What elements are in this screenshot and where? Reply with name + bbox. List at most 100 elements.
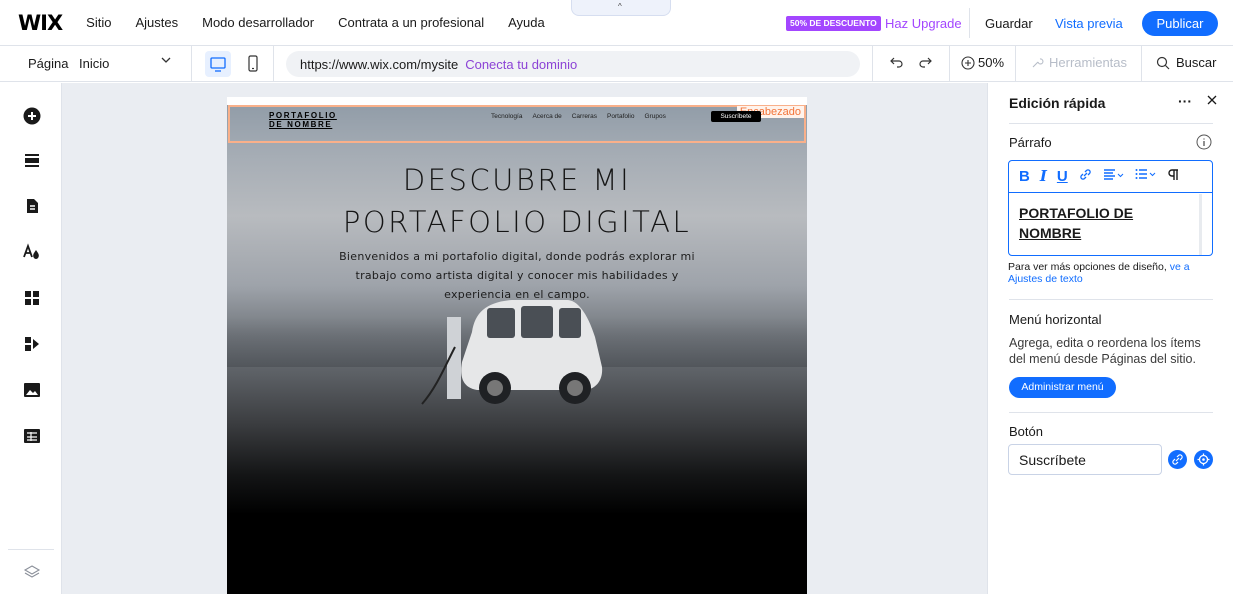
close-icon[interactable] xyxy=(1206,93,1218,111)
site-logo-line2: DE NOMBRE xyxy=(269,120,333,129)
divider xyxy=(949,46,950,82)
top-collapse-handle[interactable]: ^ xyxy=(571,0,671,16)
menu-ajustes[interactable]: Ajustes xyxy=(123,15,190,30)
site-nav-item[interactable]: Carreras xyxy=(572,113,597,120)
editor-text-line1: PORTAFOLIO DE xyxy=(1019,205,1134,221)
chevron-up-icon: ^ xyxy=(618,2,622,11)
editor-canvas[interactable]: Encabezado PORTAFOLIO DE NOMBRE Tecnolog… xyxy=(62,83,987,594)
connect-domain-link[interactable]: Conecta tu dominio xyxy=(465,57,577,72)
site-nav-menu[interactable]: Tecnología Acerca de Carreras Portafolio… xyxy=(491,113,666,120)
hero-title-line2: PORTAFOLIO DIGITAL xyxy=(342,205,692,239)
editor-toolbar: Página Inicio https://www.wix.com/mysite… xyxy=(0,46,1233,82)
pages-icon[interactable] xyxy=(23,197,41,215)
link-icon xyxy=(1172,454,1183,465)
site-subscribe-button[interactable]: Suscríbete xyxy=(711,111,761,122)
tools-label: Herramientas xyxy=(1049,55,1128,70)
page-label: Página xyxy=(28,56,69,71)
site-preview[interactable]: Encabezado PORTAFOLIO DE NOMBRE Tecnolog… xyxy=(227,97,807,594)
site-nav-item[interactable]: Acerca de xyxy=(532,113,561,120)
site-url: https://www.wix.com/mysite xyxy=(300,56,459,72)
business-icon[interactable] xyxy=(23,335,41,353)
preview-button[interactable]: Vista previa xyxy=(1055,16,1123,31)
editor-text-line2: NOMBRE xyxy=(1019,225,1082,241)
site-nav-item[interactable]: Portafolio xyxy=(607,113,634,120)
media-icon[interactable] xyxy=(23,381,41,399)
redo-icon[interactable] xyxy=(916,53,934,71)
design-icon[interactable] xyxy=(23,243,41,261)
divider xyxy=(1009,412,1213,413)
site-logo-line1: PORTAFOLIO xyxy=(269,111,337,120)
electric-car-image xyxy=(421,300,603,405)
underline-icon[interactable]: U xyxy=(1057,169,1068,184)
link-icon[interactable] xyxy=(1078,167,1093,186)
divider xyxy=(872,46,873,82)
link-button[interactable] xyxy=(1168,450,1187,469)
menu-section-label: Menú horizontal xyxy=(1009,312,1102,327)
divider xyxy=(1009,123,1213,124)
button-section-label: Botón xyxy=(1009,424,1043,439)
info-icon[interactable] xyxy=(1196,134,1212,150)
zoom-in-icon xyxy=(961,55,975,70)
list-icon[interactable] xyxy=(1135,168,1157,186)
menu-sitio[interactable]: Sitio xyxy=(74,15,123,30)
align-icon[interactable] xyxy=(1103,168,1125,186)
zoom-control[interactable]: 50% xyxy=(961,55,1004,70)
left-sidebar xyxy=(0,83,62,594)
settings-button[interactable] xyxy=(1194,450,1213,469)
divider xyxy=(1009,299,1213,300)
manage-menu-button[interactable]: Administrar menú xyxy=(1009,377,1116,398)
paragraph-label: Párrafo xyxy=(1009,135,1052,150)
hero-title-line1: DESCUBRE MI xyxy=(402,163,632,197)
divider xyxy=(1015,46,1016,82)
site-top-strip xyxy=(227,97,807,105)
zoom-value: 50% xyxy=(978,55,1005,70)
menu-hire-pro[interactable]: Contrata a un profesional xyxy=(326,15,496,30)
desktop-view-button[interactable] xyxy=(205,51,231,77)
mobile-view-button[interactable] xyxy=(243,51,263,77)
hero-title[interactable]: DESCUBRE MI PORTAFOLIO DIGITAL xyxy=(227,159,807,243)
layers-icon[interactable] xyxy=(23,563,41,581)
more-options-icon[interactable]: ··· xyxy=(1178,93,1192,109)
site-nav-item[interactable]: Grupos xyxy=(645,113,666,120)
upgrade-link[interactable]: Haz Upgrade xyxy=(885,16,962,31)
site-nav-item[interactable]: Tecnología xyxy=(491,113,522,120)
more-options-text: Para ver más opciones de diseño, xyxy=(1008,261,1167,273)
page-select[interactable]: Inicio xyxy=(79,56,109,71)
panel-title: Edición rápida xyxy=(1009,95,1106,111)
save-button[interactable]: Guardar xyxy=(985,16,1033,31)
tools-button[interactable]: Herramientas xyxy=(1030,55,1127,70)
undo-icon[interactable] xyxy=(888,53,906,71)
wrench-icon xyxy=(1032,57,1044,67)
apps-icon[interactable] xyxy=(23,289,41,307)
divider xyxy=(191,46,192,82)
discount-badge[interactable]: 50% DE DESCUENTO xyxy=(786,16,881,31)
divider xyxy=(1141,46,1142,82)
text-direction-icon[interactable] xyxy=(1167,168,1179,186)
search-icon xyxy=(1156,56,1170,69)
divider xyxy=(969,8,970,38)
editor-scrollbar[interactable] xyxy=(1199,194,1202,255)
mobile-icon xyxy=(248,55,258,72)
text-editor-content[interactable]: PORTAFOLIO DE NOMBRE xyxy=(1009,193,1212,253)
bold-icon[interactable]: B xyxy=(1019,169,1030,184)
sections-icon[interactable] xyxy=(23,151,41,169)
publish-button[interactable]: Publicar xyxy=(1142,11,1218,36)
text-editor[interactable]: B I U PORTAFOLIO DE NOMBRE xyxy=(1008,160,1213,256)
table-icon[interactable] xyxy=(23,427,41,445)
site-logo[interactable]: PORTAFOLIO DE NOMBRE xyxy=(269,111,337,129)
divider xyxy=(273,46,274,82)
button-text-input[interactable] xyxy=(1008,444,1162,475)
url-bar[interactable]: https://www.wix.com/mysite Conecta tu do… xyxy=(286,51,860,77)
quick-edit-panel: Edición rápida ··· Párrafo B I U PORTAFO… xyxy=(987,83,1233,594)
search-label: Buscar xyxy=(1176,55,1217,70)
menu-dev-mode[interactable]: Modo desarrollador xyxy=(190,15,326,30)
menu-section-description: Agrega, edita o reordena los ítems del m… xyxy=(1009,336,1201,366)
menu-ayuda[interactable]: Ayuda xyxy=(496,15,557,30)
add-icon[interactable] xyxy=(23,107,41,125)
italic-icon[interactable]: I xyxy=(1040,169,1047,184)
search-button[interactable]: Buscar xyxy=(1156,55,1216,70)
desktop-icon xyxy=(210,57,226,72)
wix-logo[interactable]: WIX xyxy=(18,11,63,35)
chevron-down-icon[interactable] xyxy=(160,54,172,69)
gear-icon xyxy=(1197,453,1210,466)
